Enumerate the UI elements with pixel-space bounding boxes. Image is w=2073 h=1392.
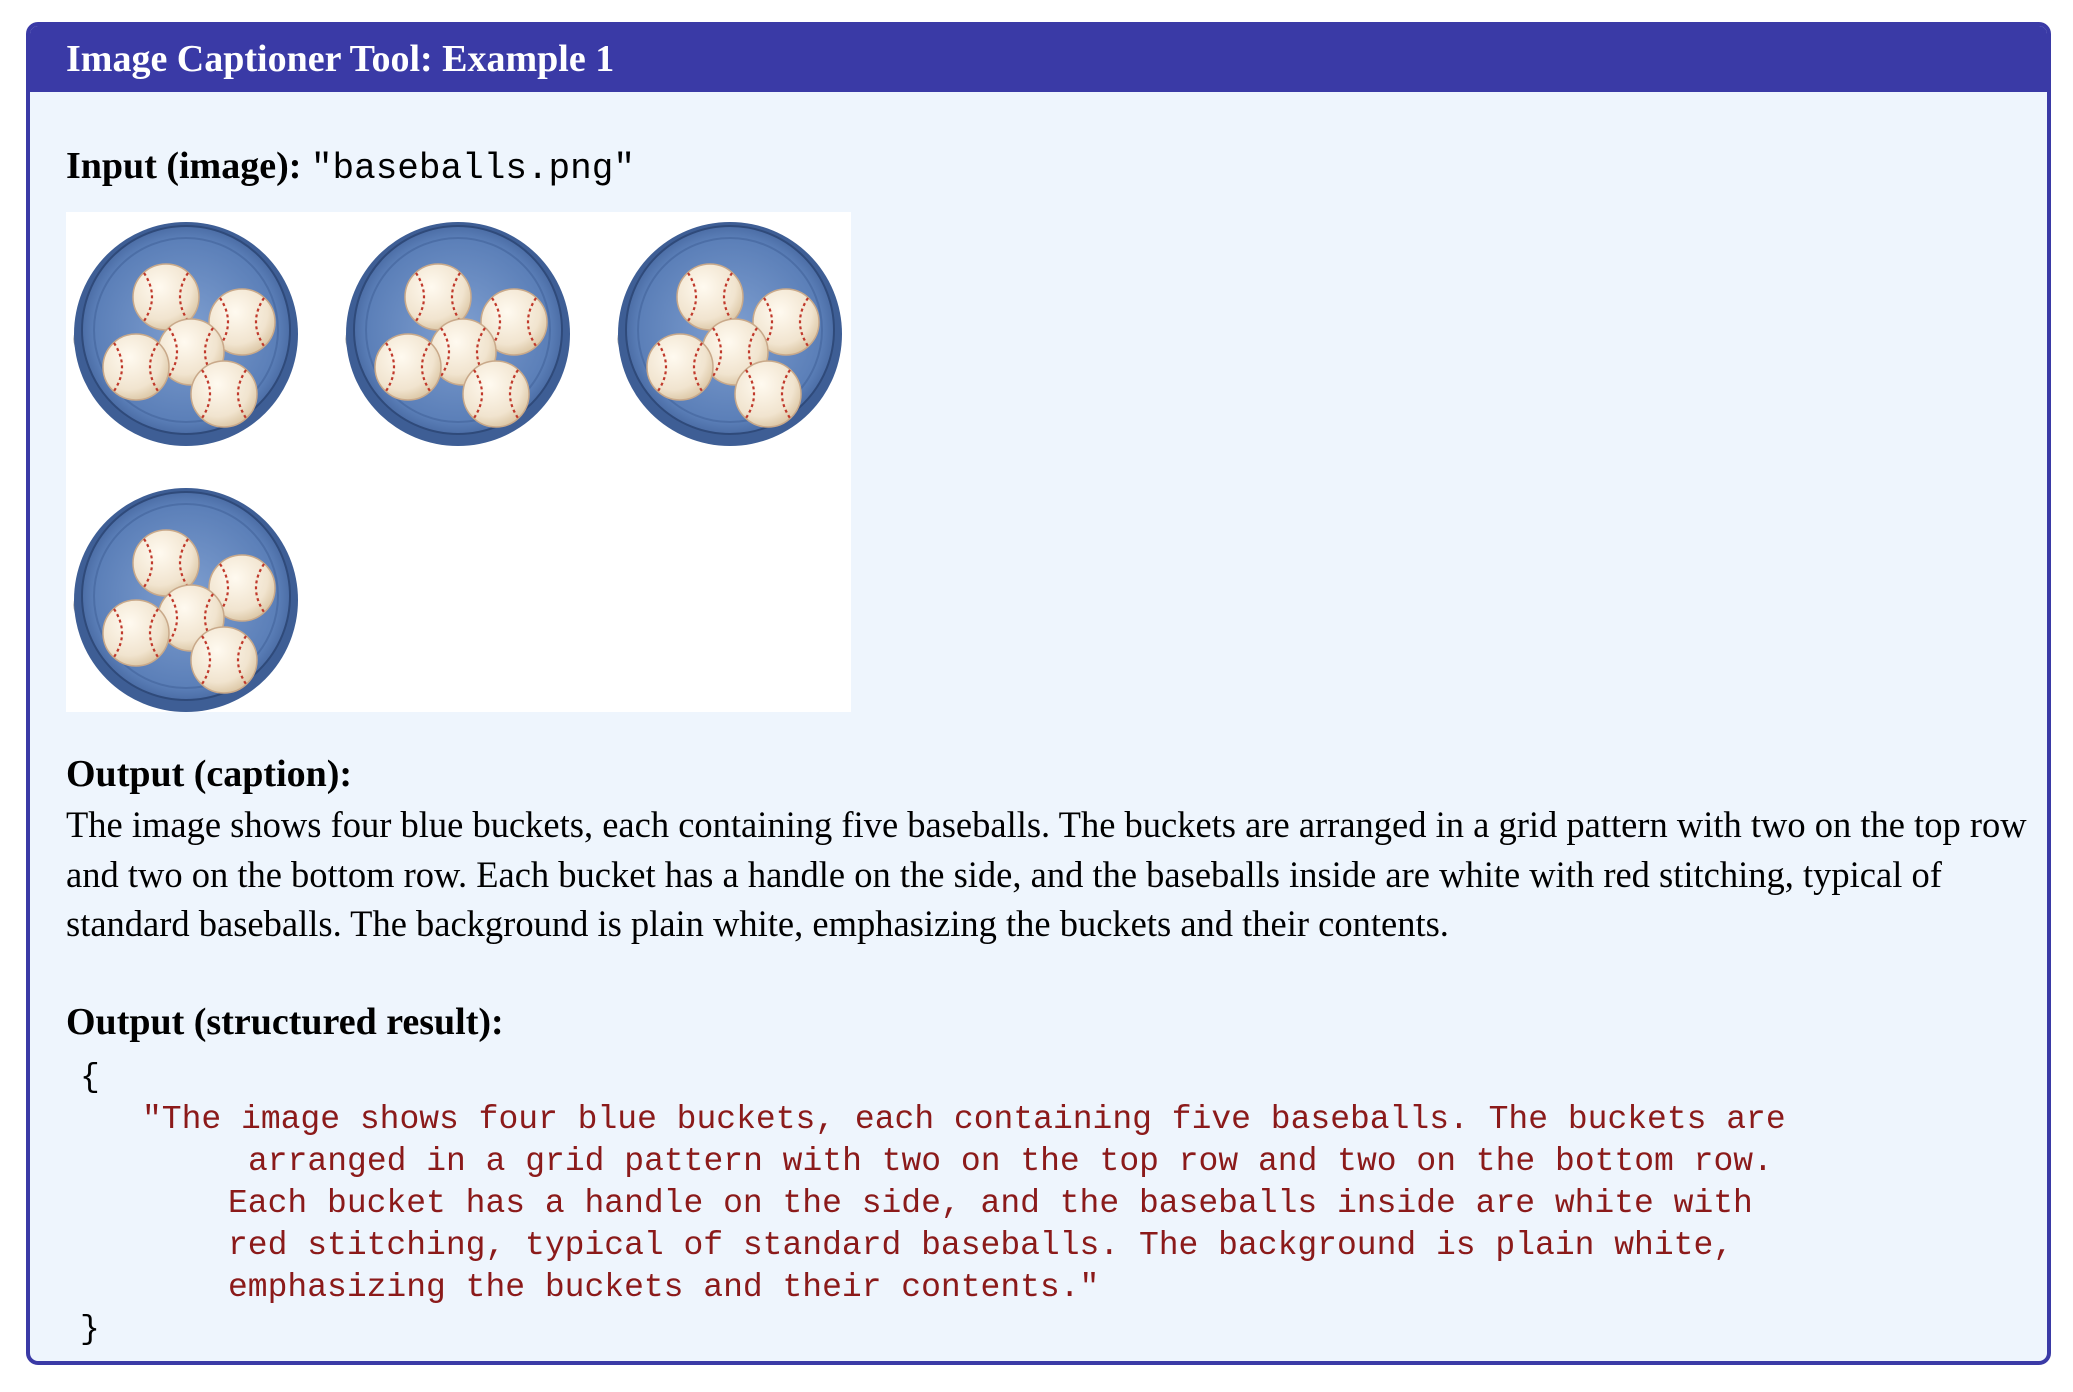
- bucket-1: [66, 212, 306, 452]
- caption-text: The image shows four blue buckets, each …: [66, 804, 2027, 944]
- open-brace: {: [80, 1059, 100, 1096]
- close-brace: }: [80, 1311, 100, 1348]
- box-title: Image Captioner Tool: Example 1: [30, 26, 2047, 92]
- structured-label: Output (structured result):: [66, 1001, 504, 1043]
- code-line-5: emphasizing the buckets and their conten…: [228, 1269, 1100, 1306]
- code-line-2: arranged in a grid pattern with two on t…: [248, 1143, 1773, 1180]
- input-label: Input (image):: [66, 145, 302, 187]
- code-line-3: Each bucket has a handle on the side, an…: [228, 1185, 1753, 1222]
- input-filename: "baseballs.png": [310, 148, 635, 189]
- input-line: Input (image): "baseballs.png": [66, 144, 635, 191]
- code-line-4: red stitching, typical of standard baseb…: [228, 1227, 1734, 1264]
- structured-code: { "The image shows four blue buckets, eac…: [80, 1057, 1786, 1351]
- bucket-4: [66, 478, 306, 718]
- bucket-2: [338, 212, 578, 452]
- example-box: Image Captioner Tool: Example 1 Input (i…: [26, 22, 2051, 1365]
- bucket-3: [610, 212, 850, 452]
- code-line-1: "The image shows four blue buckets, each…: [142, 1101, 1786, 1138]
- caption-label: Output (caption):: [66, 753, 353, 795]
- baseballs-image: [66, 212, 851, 712]
